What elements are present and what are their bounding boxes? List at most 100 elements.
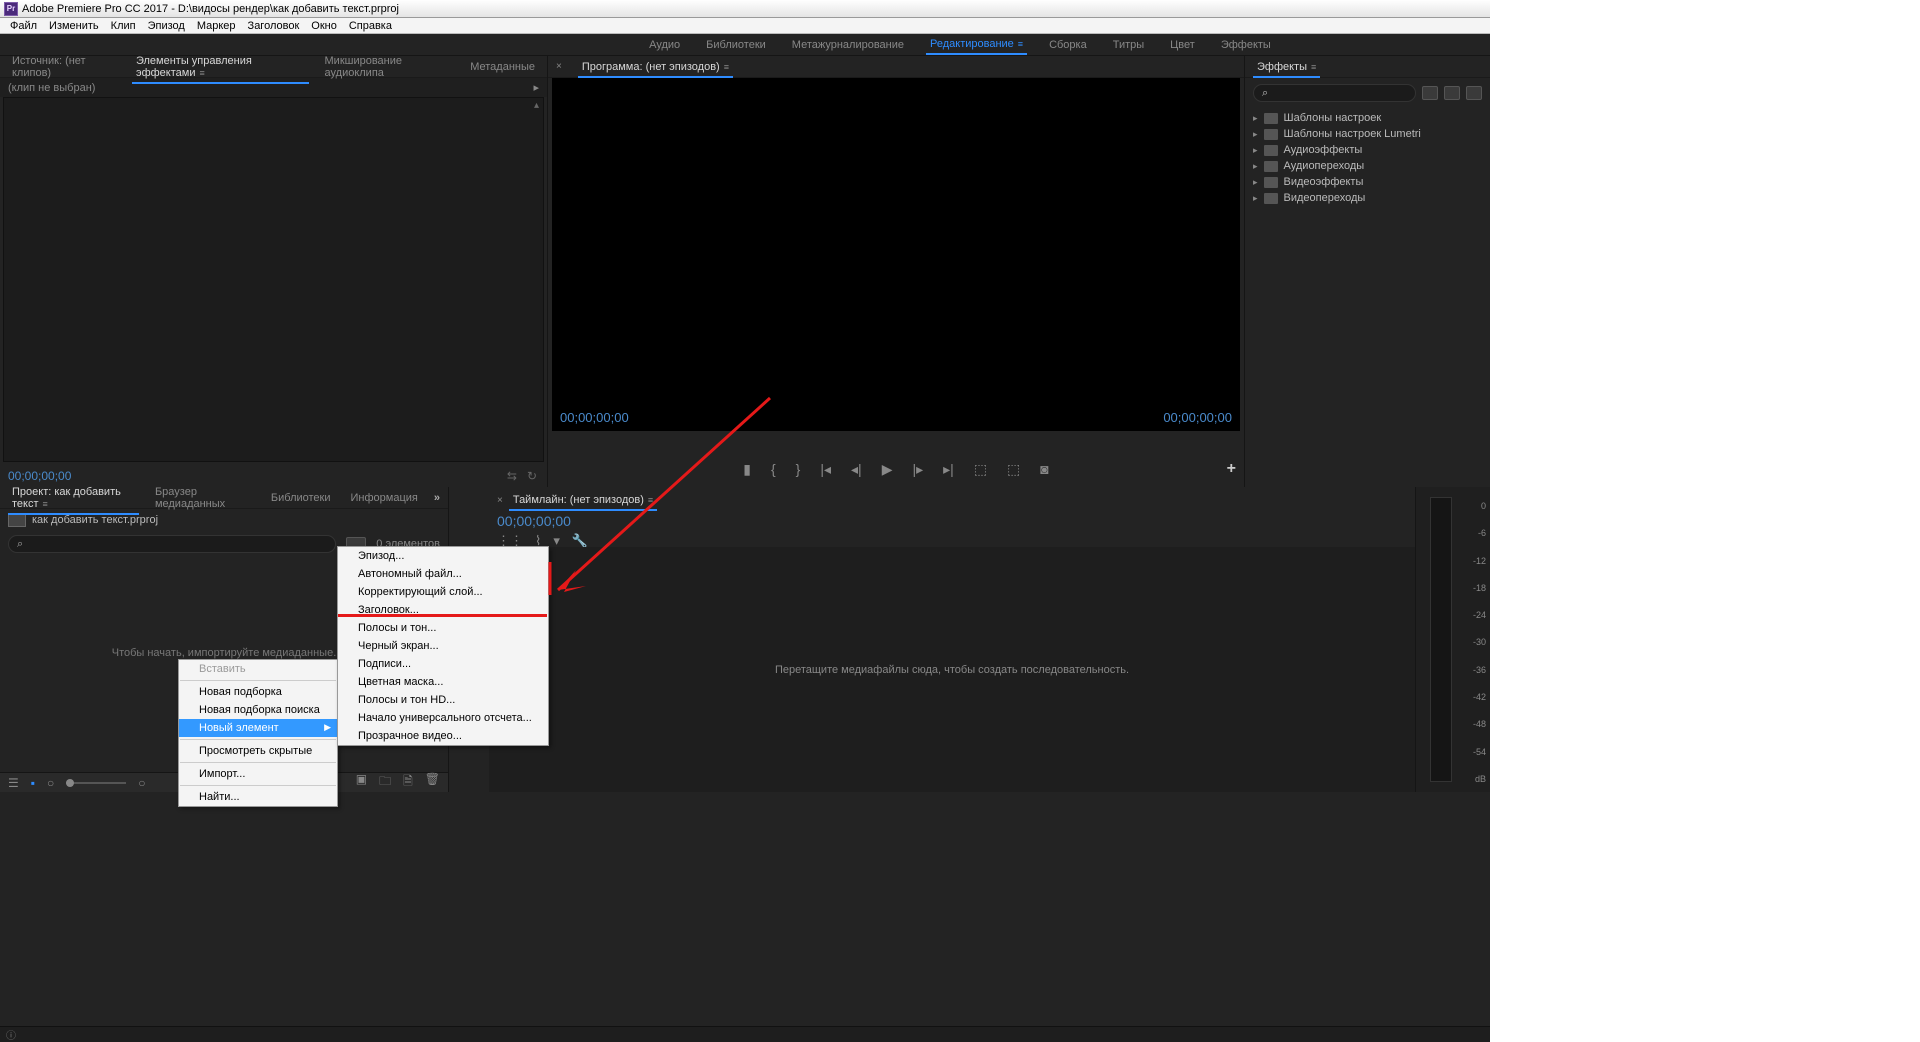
ctx-transparent-video[interactable]: Прозрачное видео... — [338, 727, 548, 745]
menu-window[interactable]: Окно — [305, 20, 343, 32]
lift-icon[interactable]: ⬚ — [974, 461, 987, 478]
ctx-adjustment-layer[interactable]: Корректирующий слой... — [338, 583, 548, 601]
hamburger-icon[interactable]: ≡ — [199, 68, 204, 78]
zoom-in-icon[interactable]: ○ — [138, 776, 145, 790]
workspace-color[interactable]: Цвет — [1166, 36, 1199, 54]
filter-32bit-icon[interactable] — [1444, 86, 1460, 100]
ctx-black-video[interactable]: Черный экран... — [338, 637, 548, 655]
hamburger-icon[interactable]: ≡ — [724, 62, 729, 72]
ctx-offline-file[interactable]: Автономный файл... — [338, 565, 548, 583]
menu-marker[interactable]: Маркер — [191, 20, 242, 32]
list-view-icon[interactable]: ☰ — [8, 776, 19, 790]
menu-edit[interactable]: Изменить — [43, 20, 105, 32]
button-editor-icon[interactable]: + — [1227, 460, 1236, 478]
workspace-assembly[interactable]: Сборка — [1045, 36, 1091, 54]
effects-search-input[interactable] — [1253, 84, 1416, 102]
icon-view-icon[interactable]: ▪ — [31, 776, 35, 790]
zoom-slider[interactable] — [66, 782, 126, 784]
hamburger-icon[interactable]: ≡ — [43, 499, 48, 509]
ctx-color-matte[interactable]: Цветная маска... — [338, 673, 548, 691]
out-point-icon[interactable]: } — [796, 461, 801, 477]
tab-effects[interactable]: Эффекты≡ — [1253, 58, 1320, 76]
tab-metadata[interactable]: Метаданные — [466, 58, 539, 76]
export-frame-icon[interactable]: ◙ — [1040, 461, 1048, 477]
tab-timeline[interactable]: Таймлайн: (нет эпизодов)≡ — [509, 491, 657, 509]
step-back-icon[interactable]: ◂| — [851, 461, 862, 478]
tab-program[interactable]: Программа: (нет эпизодов)≡ — [578, 58, 733, 76]
ctx-new-item[interactable]: Новый элемент▶ — [179, 719, 337, 737]
tab-source[interactable]: Источник: (нет клипов) — [8, 52, 120, 82]
new-bin-icon[interactable]: 🗀 — [379, 772, 391, 793]
hamburger-icon[interactable]: ≡ — [1311, 62, 1316, 72]
menu-file[interactable]: Файл — [4, 20, 43, 32]
hamburger-icon[interactable]: ≡ — [1018, 39, 1023, 49]
workspace-effects[interactable]: Эффекты — [1217, 36, 1275, 54]
ctx-import[interactable]: Импорт... — [179, 765, 337, 783]
chevron-up-icon[interactable]: ▴ — [534, 100, 539, 111]
folder-icon — [1264, 193, 1278, 204]
tree-item[interactable]: ▸Аудиоэффекты — [1253, 142, 1482, 158]
ctx-universal-counting[interactable]: Начало универсального отсчета... — [338, 709, 548, 727]
close-icon[interactable]: × — [497, 495, 503, 506]
timeline-timecode[interactable]: 00;00;00;00 — [489, 513, 1415, 529]
chevron-right-icon[interactable]: ▸ — [533, 81, 539, 94]
transfer-icon[interactable]: ⇆ — [507, 469, 517, 483]
in-point-icon[interactable]: { — [771, 461, 776, 477]
freeform-icon[interactable]: ▣ — [356, 772, 367, 793]
zoom-out-icon[interactable]: ○ — [47, 776, 54, 790]
menu-sequence[interactable]: Эпизод — [142, 20, 191, 32]
workspace-audio[interactable]: Аудио — [645, 36, 684, 54]
go-to-out-icon[interactable]: ▸| — [943, 461, 954, 478]
extract-icon[interactable]: ⬚ — [1007, 461, 1020, 478]
ctx-paste: Вставить — [179, 660, 337, 678]
audio-meters-panel: 0 -6 -12 -18 -24 -30 -36 -42 -48 -54 dB — [1416, 487, 1490, 792]
close-icon[interactable]: × — [556, 61, 562, 72]
loop-icon[interactable]: ↻ — [527, 469, 537, 483]
ctx-find[interactable]: Найти... — [179, 788, 337, 806]
menu-clip[interactable]: Клип — [105, 20, 142, 32]
tab-media-browser[interactable]: Браузер медиаданных — [151, 483, 255, 513]
chevron-right-icon: ▸ — [1253, 129, 1258, 140]
tab-project[interactable]: Проект: как добавить текст≡ — [8, 483, 139, 513]
info-icon[interactable]: ⓘ — [6, 1027, 16, 1042]
tree-item[interactable]: ▸Видеоэффекты — [1253, 174, 1482, 190]
ctx-new-bin[interactable]: Новая подборка — [179, 683, 337, 701]
workspace-libraries[interactable]: Библиотеки — [702, 36, 770, 54]
workspace-metalogging[interactable]: Метажурналирование — [788, 36, 908, 54]
ctx-new-search-bin[interactable]: Новая подборка поиска — [179, 701, 337, 719]
ctx-hd-bars-tone[interactable]: Полосы и тон HD... — [338, 691, 548, 709]
project-search-input[interactable] — [8, 535, 336, 553]
tab-libraries[interactable]: Библиотеки — [267, 489, 335, 507]
hamburger-icon[interactable]: ≡ — [648, 495, 653, 505]
ctx-sequence[interactable]: Эпизод... — [338, 547, 548, 565]
menu-separator — [180, 762, 336, 763]
filter-accelerated-icon[interactable] — [1422, 86, 1438, 100]
go-to-in-icon[interactable]: |◂ — [820, 461, 831, 478]
tree-item[interactable]: ▸Видеопереходы — [1253, 190, 1482, 206]
new-item-icon[interactable]: 🗎 — [403, 772, 413, 793]
tab-audio-mixer[interactable]: Микширование аудиоклипа — [321, 52, 455, 82]
menu-title[interactable]: Заголовок — [242, 20, 306, 32]
tabs-overflow-icon[interactable]: » — [434, 492, 440, 504]
workspace-titles[interactable]: Титры — [1109, 36, 1148, 54]
tree-item[interactable]: ▸Шаблоны настроек — [1253, 110, 1482, 126]
timeline-drop-area[interactable]: Перетащите медиафайлы сюда, чтобы создат… — [489, 547, 1415, 792]
chevron-right-icon: ▸ — [1253, 145, 1258, 156]
tree-item[interactable]: ▸Аудиопереходы — [1253, 158, 1482, 174]
meter-bar — [1430, 497, 1452, 782]
marker-icon[interactable]: ▮ — [743, 461, 751, 478]
play-icon[interactable]: ▶ — [882, 461, 893, 478]
menu-separator — [180, 680, 336, 681]
folder-icon — [1264, 177, 1278, 188]
ctx-view-hidden[interactable]: Просмотреть скрытые — [179, 742, 337, 760]
step-forward-icon[interactable]: |▸ — [912, 461, 923, 478]
tab-effect-controls[interactable]: Элементы управления эффектами≡ — [132, 52, 309, 82]
filter-yuv-icon[interactable] — [1466, 86, 1482, 100]
tree-item[interactable]: ▸Шаблоны настроек Lumetri — [1253, 126, 1482, 142]
ctx-captions[interactable]: Подписи... — [338, 655, 548, 673]
ctx-bars-tone[interactable]: Полосы и тон... — [338, 619, 548, 637]
menu-help[interactable]: Справка — [343, 20, 398, 32]
tab-info[interactable]: Информация — [347, 489, 422, 507]
trash-icon[interactable]: 🗑 — [425, 772, 440, 793]
workspace-editing[interactable]: Редактирование≡ — [926, 35, 1027, 55]
